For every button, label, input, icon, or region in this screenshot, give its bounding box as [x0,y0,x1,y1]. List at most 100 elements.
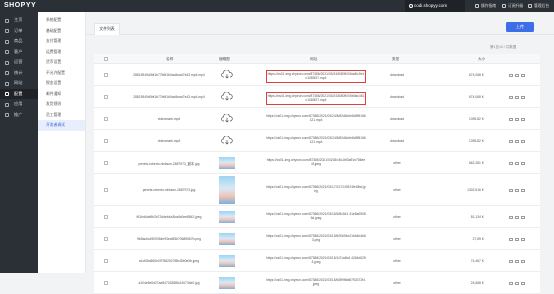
delete-icon[interactable] [521,188,525,192]
subnav-item[interactable]: 邮件通知 [38,89,85,100]
subnav-item[interactable]: 运费管理 [38,47,85,58]
file-url[interactable]: https://cs01-img.chyeun.com/87386/2021/0… [266,158,366,167]
cloud-download-icon [221,70,233,79]
guide-link[interactable]: 操作指南 [475,0,496,12]
file-type: download [389,117,405,121]
file-type: other [393,215,401,219]
edit-icon[interactable] [515,73,519,77]
file-url[interactable]: https://cs01-img.chyeun.com/87386/2021/0… [266,70,366,83]
file-name: 28815949d0bf1b77b6f1b0ad4ead7e43.mp4.mp4 [133,73,205,77]
row-checkbox[interactable] [104,188,108,192]
row-checkbox[interactable] [104,95,108,99]
admin-link[interactable]: 管理后台 [528,0,549,12]
image-thumbnail[interactable] [219,176,235,204]
file-name: 28815949d0bf1b77b6f1b0ad4ead7e43.mp4.mp4 [133,95,205,99]
file-size: 674,068 K [468,73,484,77]
upload-button[interactable]: 上传 [506,22,534,32]
delete-icon[interactable] [521,237,525,241]
delete-icon[interactable] [521,259,525,263]
image-thumbnail[interactable] [219,277,235,289]
sidebar-item[interactable]: 订单 [0,26,38,37]
sidebar-item[interactable]: 主页 [0,15,38,26]
copy-icon[interactable] [509,117,513,121]
file-url[interactable]: https://cs01-img.chyeun.com/87386/2021/0… [266,92,366,105]
edit-icon[interactable] [515,188,519,192]
sidebar-item-label: 客户 [14,48,23,54]
upgrade-link[interactable]: 订阅升级 [502,0,523,12]
subnav-item[interactable]: 支付管理 [38,36,85,47]
file-type: other [393,281,401,285]
edit-icon[interactable] [515,281,519,285]
row-checkbox[interactable] [104,259,108,263]
select-all-checkbox[interactable] [104,57,108,61]
copy-icon[interactable] [509,215,513,219]
row-actions [509,73,527,78]
row-checkbox[interactable] [104,161,108,165]
sidebar-item[interactable]: 统计 [0,68,38,79]
subnav-item[interactable]: 基础配置 [38,26,85,37]
row-checkbox[interactable] [104,281,108,285]
subnav-item[interactable]: 员工管理 [38,110,85,121]
delete-icon[interactable] [521,95,525,99]
sidebar-item[interactable]: 网站 [0,78,38,89]
cloud-download-icon [221,92,233,101]
edit-icon[interactable] [515,259,519,263]
delete-icon[interactable] [521,139,525,143]
row-checkbox[interactable] [104,139,108,143]
file-name: videomark.mp4 [157,117,181,121]
delete-icon[interactable] [521,215,525,219]
row-checkbox[interactable] [104,215,108,219]
file-url[interactable]: https://cs01-img.chyeun.com/87386/2021/0… [266,234,366,243]
image-thumbnail[interactable] [219,255,235,267]
sidebar-item-label: 商品 [14,38,23,43]
admin-icon [528,4,532,8]
sidebar-item[interactable]: 应用 [0,99,38,110]
delete-icon[interactable] [521,161,525,165]
file-url[interactable]: https://cs01-img.chyeun.com/87386/2021/0… [266,278,366,287]
subnav-item[interactable]: 税金设置 [38,78,85,89]
delete-icon[interactable] [521,117,525,121]
tab-file-list[interactable]: 文件列表 [94,23,120,35]
image-thumbnail[interactable] [219,233,235,245]
file-url[interactable]: https://cs01-img.chyeun.com/87386/2021/0… [266,185,366,194]
image-thumbnail[interactable] [219,157,235,169]
subnav-item[interactable]: 开发者调试 [38,120,85,131]
copy-icon[interactable] [509,95,513,99]
edit-icon[interactable] [515,139,519,143]
copy-icon[interactable] [509,188,513,192]
sidebar-item[interactable]: 商品 [0,36,38,47]
copy-icon[interactable] [509,281,513,285]
copy-icon[interactable] [509,161,513,165]
edit-icon[interactable] [515,215,519,219]
subnav-item[interactable]: 发货规则 [38,99,85,110]
edit-icon[interactable] [515,237,519,241]
copy-icon[interactable] [509,237,513,241]
delete-icon[interactable] [521,281,525,285]
file-url[interactable]: https://cs01-img.chyeun.com/87386/2021/0… [266,136,366,145]
sidebar-item[interactable]: 配置 [0,88,38,99]
delete-icon[interactable] [521,73,525,77]
file-size: 1395.82 K [468,117,484,121]
file-url[interactable]: https://cs01-img.chyeun.com/87386/2021/0… [266,114,366,123]
store-selector[interactable]: codi.shopyy.com [405,0,465,12]
image-thumbnail[interactable] [219,211,235,223]
sidebar-item[interactable]: 运营 [0,57,38,68]
subnav-item[interactable]: 不允许配置 [38,68,85,79]
sidebar-item[interactable]: 推广 [0,110,38,121]
row-checkbox[interactable] [104,237,108,241]
subnav-item[interactable]: 货币设置 [38,57,85,68]
file-url[interactable]: https://cs01-img.chyeun.com/87386/2021/0… [266,256,366,265]
file-type: download [389,95,405,99]
edit-icon[interactable] [515,95,519,99]
edit-icon[interactable] [515,161,519,165]
table-row: pexels-roberto-nickson-2687973.jpg https:… [94,174,540,206]
edit-icon[interactable] [515,117,519,121]
copy-icon[interactable] [509,259,513,263]
row-checkbox[interactable] [104,73,108,77]
copy-icon[interactable] [509,73,513,77]
sidebar-item[interactable]: 客户 [0,47,38,58]
row-checkbox[interactable] [104,117,108,121]
copy-icon[interactable] [509,139,513,143]
file-url[interactable]: https://cs01-img.chyeun.com/87386/2021/0… [266,212,366,221]
table-row: videomark.mp4 https://cs01-img.chyeun.com… [94,130,540,152]
